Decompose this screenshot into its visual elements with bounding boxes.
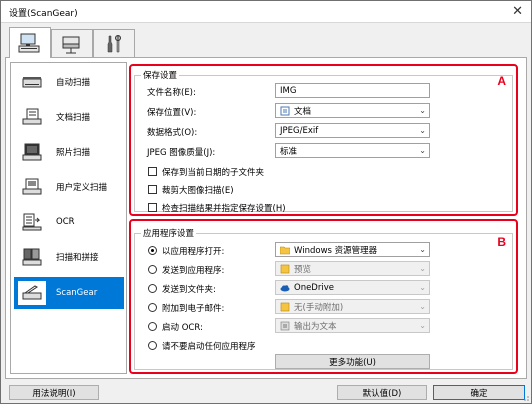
start-ocr-radio[interactable] <box>148 322 157 331</box>
sidebar-item-auto-scan[interactable]: 自动扫描 <box>14 67 124 97</box>
sidebar-item-ocr[interactable]: OCR <box>14 207 124 237</box>
resize-grip-icon[interactable] <box>521 393 529 401</box>
data-format-label: 数据格式(O): <box>147 128 198 138</box>
instructions-button[interactable]: 用法说明(I) <box>9 385 99 400</box>
attach-email-value: 无(手动附加) <box>294 302 344 313</box>
start-ocr-label: 启动 OCR: <box>162 323 203 333</box>
chevron-down-icon: ⌄ <box>419 126 426 135</box>
tab-computer-scan[interactable] <box>9 27 51 58</box>
no-app-label: 请不要启动任何应用程序 <box>162 342 256 352</box>
check-results-label: 检查扫描结果并指定保存设置(H) <box>162 204 286 214</box>
tools-icon <box>107 34 121 52</box>
attach-email-radio[interactable] <box>148 303 157 312</box>
send-to-app-label: 发送到应用程序: <box>162 266 225 276</box>
sidebar-item-label: ScanGear <box>56 288 98 298</box>
send-to-app-radio[interactable] <box>148 265 157 274</box>
chevron-down-icon: ⌄ <box>419 302 426 311</box>
scangear-icon <box>18 281 46 305</box>
group-title: 应用程序设置 <box>141 227 197 239</box>
scan-stitch-icon <box>18 245 46 269</box>
cloud-icon <box>280 283 290 293</box>
send-to-folder-dropdown[interactable]: OneDrive ⌄ <box>275 280 430 295</box>
chevron-down-icon: ⌄ <box>419 264 426 273</box>
settings-panel: 自动扫描 文档扫描 照片扫描 用户定义扫描 OCR 扫描和拼接 ScanGear… <box>5 57 527 379</box>
crop-large-image-label: 裁剪大图像扫描(E) <box>162 186 234 196</box>
chevron-down-icon: ⌄ <box>419 321 426 330</box>
close-icon[interactable]: ✕ <box>512 4 523 19</box>
photo-scan-icon <box>18 140 46 164</box>
window-title: 设置(ScanGear) <box>9 9 78 19</box>
start-ocr-value: 输出为文本 <box>294 321 337 332</box>
sidebar-item-document-scan[interactable]: 文档扫描 <box>14 102 124 132</box>
settings-window: 设置(ScanGear) ✕ 自动扫描 文档扫描 照片扫描 用户定义扫描 OCR… <box>0 0 532 404</box>
send-to-folder-value: OneDrive <box>294 282 334 293</box>
data-format-dropdown[interactable]: JPEG/Exif ⌄ <box>275 123 430 138</box>
sidebar-item-custom-scan[interactable]: 用户定义扫描 <box>14 172 124 202</box>
title-bar: 设置(ScanGear) ✕ <box>1 1 531 23</box>
sidebar-item-scan-stitch[interactable]: 扫描和拼接 <box>14 242 124 272</box>
attach-email-label: 附加到电子邮件: <box>162 304 225 314</box>
chevron-down-icon: ⌄ <box>419 106 426 115</box>
send-to-folder-radio[interactable] <box>148 284 157 293</box>
app-settings-area: B 应用程序设置 以应用程序打开: Windows 资源管理器 ⌄ 发送到应用程… <box>129 219 518 374</box>
custom-scan-icon <box>18 175 46 199</box>
open-with-app-dropdown[interactable]: Windows 资源管理器 ⌄ <box>275 242 430 257</box>
tab-general-settings[interactable] <box>93 29 135 57</box>
defaults-button[interactable]: 默认值(D) <box>337 385 427 400</box>
tab-network-scan[interactable] <box>51 29 93 57</box>
preview-icon <box>280 264 290 274</box>
start-ocr-dropdown[interactable]: 输出为文本 ⌄ <box>275 318 430 333</box>
sidebar-item-label: 用户定义扫描 <box>56 183 108 193</box>
save-in-value: 文档 <box>294 106 312 117</box>
sidebar-item-label: 文档扫描 <box>56 113 91 123</box>
crop-large-image-checkbox[interactable] <box>148 185 157 194</box>
file-name-field[interactable]: IMG <box>275 83 430 98</box>
sidebar-item-scangear[interactable]: ScanGear <box>14 277 124 309</box>
sidebar-item-photo-scan[interactable]: 照片扫描 <box>14 137 124 167</box>
sidebar-item-label: OCR <box>56 217 75 227</box>
document-folder-icon <box>280 106 290 116</box>
auto-scan-icon <box>18 70 46 94</box>
ok-button[interactable]: 确定 <box>433 385 525 400</box>
open-with-app-label: 以应用程序打开: <box>162 247 225 257</box>
save-settings-group: 保存设置 文件名称(E): IMG 保存位置(V): 文档 ⌄ 数据格式(O):… <box>134 69 513 214</box>
send-to-app-dropdown[interactable]: 预览 ⌄ <box>275 261 430 276</box>
no-app-radio[interactable] <box>148 341 157 350</box>
chevron-down-icon: ⌄ <box>419 245 426 254</box>
open-with-app-radio[interactable] <box>148 246 157 255</box>
text-icon <box>280 321 290 331</box>
subfolder-checkbox[interactable] <box>148 167 157 176</box>
mail-folder-icon <box>280 302 290 312</box>
computer-scanner-icon <box>18 33 40 53</box>
attach-email-dropdown[interactable]: 无(手动附加) ⌄ <box>275 299 430 314</box>
sidebar-item-label: 照片扫描 <box>56 148 91 158</box>
scan-mode-sidebar: 自动扫描 文档扫描 照片扫描 用户定义扫描 OCR 扫描和拼接 ScanGear <box>10 62 127 374</box>
ocr-icon <box>18 210 46 234</box>
jpeg-quality-dropdown[interactable]: 标准 ⌄ <box>275 143 430 158</box>
save-settings-area: A 保存设置 文件名称(E): IMG 保存位置(V): 文档 ⌄ 数据格式(O… <box>129 64 518 216</box>
send-to-folder-label: 发送到文件夹: <box>162 285 216 295</box>
data-format-value: JPEG/Exif <box>280 125 319 136</box>
file-name-value: IMG <box>280 85 297 96</box>
jpeg-quality-value: 标准 <box>280 146 298 157</box>
chevron-down-icon: ⌄ <box>419 283 426 292</box>
save-in-label: 保存位置(V): <box>147 108 197 118</box>
folder-explorer-icon <box>279 245 291 255</box>
jpeg-quality-label: JPEG 图像质量(J): <box>147 148 216 158</box>
app-settings-group: 应用程序设置 以应用程序打开: Windows 资源管理器 ⌄ 发送到应用程序: <box>134 227 513 370</box>
file-name-label: 文件名称(E): <box>147 88 196 98</box>
tab-strip <box>5 27 525 58</box>
subfolder-checkbox-label: 保存到当前日期的子文件夹 <box>162 168 265 178</box>
sidebar-item-label: 自动扫描 <box>56 78 91 88</box>
open-with-app-value: Windows 资源管理器 <box>294 245 378 256</box>
more-functions-button[interactable]: 更多功能(U) <box>275 354 430 369</box>
save-in-dropdown[interactable]: 文档 ⌄ <box>275 103 430 118</box>
chevron-down-icon: ⌄ <box>419 146 426 155</box>
group-title: 保存设置 <box>141 69 180 81</box>
check-results-checkbox[interactable] <box>148 203 157 212</box>
sidebar-item-label: 扫描和拼接 <box>56 253 99 263</box>
document-scan-icon <box>18 105 46 129</box>
send-to-app-value: 预览 <box>294 264 312 275</box>
network-scanner-icon <box>62 36 80 53</box>
